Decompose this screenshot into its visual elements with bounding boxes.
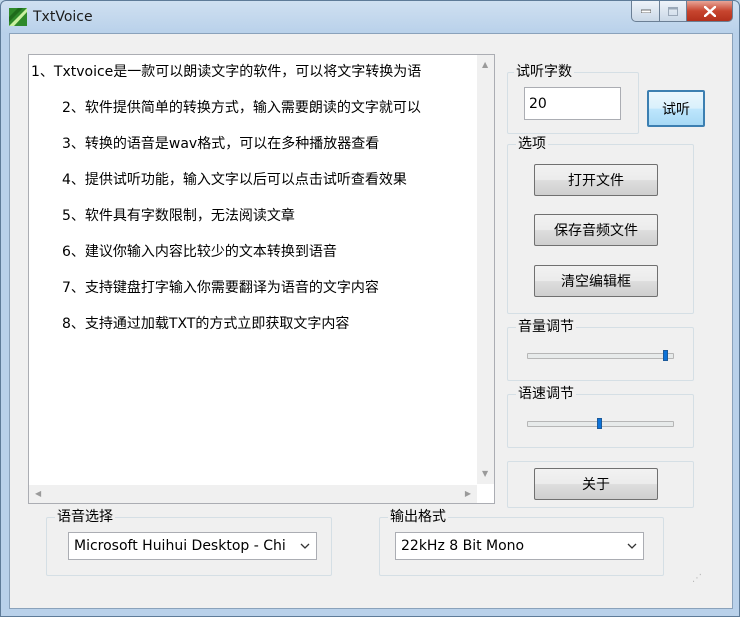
horizontal-scrollbar[interactable]: ◀ ▶ — [29, 485, 477, 503]
minimize-button[interactable] — [631, 1, 660, 22]
output-format-dropdown[interactable]: 22kHz 8 Bit Mono — [395, 532, 644, 560]
scroll-down-icon[interactable]: ▼ — [482, 470, 488, 478]
voice-select-dropdown[interactable]: Microsoft Huihui Desktop - Chi — [68, 532, 317, 560]
preview-button[interactable]: 试听 — [647, 90, 705, 127]
title-bar[interactable]: TxtVoice — [1, 1, 739, 33]
text-line-8: 8、支持通过加载TXT的方式立即获取文字内容 — [62, 316, 350, 332]
text-line-5: 5、软件具有字数限制，无法阅读文章 — [62, 208, 295, 224]
volume-label: 音量调节 — [516, 319, 576, 335]
text-line-6: 6、建议你输入内容比较少的文本转换到语音 — [62, 244, 337, 260]
save-audio-button[interactable]: 保存音频文件 — [534, 214, 658, 246]
maximize-button[interactable] — [660, 1, 687, 22]
close-icon — [703, 5, 716, 17]
open-file-button[interactable]: 打开文件 — [534, 164, 658, 196]
client-area: 1、Txtvoice是一款可以朗读文字的软件，可以将文字转换为语 2、软件提供简… — [9, 33, 733, 609]
close-button[interactable] — [687, 1, 733, 22]
output-format-label: 输出格式 — [388, 509, 448, 525]
preview-count-label: 试听字数 — [514, 64, 574, 80]
speed-label: 语速调节 — [516, 386, 576, 402]
scroll-right-icon[interactable]: ▶ — [465, 490, 471, 498]
output-format-value: 22kHz 8 Bit Mono — [401, 538, 525, 554]
text-line-1: 1、Txtvoice是一款可以朗读文字的软件，可以将文字转换为语 — [31, 64, 422, 80]
clear-editor-button[interactable]: 清空编辑框 — [534, 265, 658, 297]
text-editor[interactable]: 1、Txtvoice是一款可以朗读文字的软件，可以将文字转换为语 2、软件提供简… — [28, 54, 495, 504]
vertical-scrollbar[interactable]: ▲ ▼ — [477, 55, 494, 484]
volume-slider-thumb[interactable] — [662, 350, 668, 361]
text-line-4: 4、提供试听功能，输入文字以后可以点击试听查看效果 — [62, 172, 407, 188]
voice-select-value: Microsoft Huihui Desktop - Chi — [74, 538, 286, 554]
chevron-down-icon[interactable] — [294, 543, 316, 549]
app-icon — [9, 8, 27, 26]
scroll-up-icon[interactable]: ▲ — [482, 61, 488, 69]
about-button[interactable]: 关于 — [534, 468, 658, 500]
app-window: TxtVoice 1、Txtvoice是一款可以朗读文字的软件，可以将文字转换为… — [0, 0, 740, 617]
options-label: 选项 — [516, 136, 548, 152]
resize-grip-icon[interactable]: ⋰ — [692, 573, 702, 584]
maximize-icon — [668, 6, 678, 16]
chevron-down-icon[interactable] — [621, 543, 643, 549]
minimize-icon — [640, 9, 651, 13]
speed-slider-thumb[interactable] — [597, 418, 602, 429]
text-line-7: 7、支持键盘打字输入你需要翻译为语音的文字内容 — [62, 280, 379, 296]
volume-slider-track[interactable] — [527, 353, 674, 359]
text-line-3: 3、转换的语音是wav格式，可以在多种播放器查看 — [62, 136, 380, 152]
preview-count-input[interactable] — [524, 87, 621, 120]
text-line-2: 2、软件提供简单的转换方式，输入需要朗读的文字就可以 — [62, 100, 421, 116]
voice-select-label: 语音选择 — [55, 509, 115, 525]
window-title: TxtVoice — [33, 9, 93, 25]
scroll-left-icon[interactable]: ◀ — [35, 490, 41, 498]
